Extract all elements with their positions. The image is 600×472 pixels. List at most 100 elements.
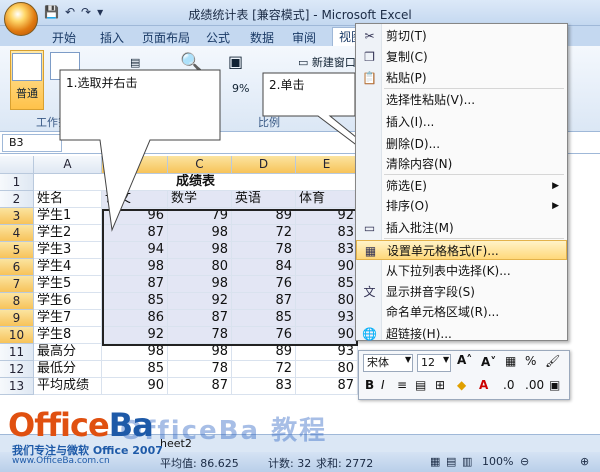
score-cell[interactable]: 93 <box>296 310 358 327</box>
header-cell[interactable]: 姓名 <box>34 191 102 208</box>
menu-item-14[interactable]: 命名单元格区域(R)... <box>356 302 567 322</box>
menu-item-5[interactable]: 插入(I)... <box>356 112 567 132</box>
zoom-magnifier-icon[interactable]: 🔍 <box>180 52 202 73</box>
score-cell[interactable]: 80 <box>168 259 232 276</box>
column-header-d[interactable]: D <box>232 156 296 174</box>
score-cell[interactable]: 92 <box>102 327 168 344</box>
select-all-corner[interactable] <box>0 156 34 174</box>
header-cell[interactable]: 数学 <box>168 191 232 208</box>
increase-decimal-icon[interactable]: .0 <box>503 378 514 392</box>
header-cell[interactable]: 语文 <box>102 191 168 208</box>
tab-review[interactable]: 审阅 <box>292 29 316 46</box>
menu-item-10[interactable]: ▭ 插入批注(M) <box>356 218 567 238</box>
score-cell[interactable]: 87 <box>232 293 296 310</box>
name-cell[interactable]: 学生3 <box>34 242 102 259</box>
zoom-out-icon[interactable]: ⊖ <box>520 455 529 468</box>
score-cell[interactable]: 98 <box>168 242 232 259</box>
menu-item-8[interactable]: 筛选(E) ▶ <box>356 176 567 196</box>
format-painter-icon[interactable]: 🖌 <box>545 354 560 368</box>
summary-value-cell[interactable]: 83 <box>232 378 296 395</box>
score-cell[interactable]: 87 <box>168 310 232 327</box>
name-box[interactable]: B3 <box>2 134 62 152</box>
row-header-1[interactable]: 1 <box>0 174 34 191</box>
tab-data[interactable]: 数据 <box>250 29 274 46</box>
summary-value-cell[interactable]: 85 <box>102 361 168 378</box>
score-cell[interactable]: 84 <box>232 259 296 276</box>
score-cell[interactable]: 90 <box>296 327 358 344</box>
score-cell[interactable]: 79 <box>168 208 232 225</box>
row-header-11[interactable]: 11 <box>0 344 34 361</box>
font-dropdown-icon[interactable]: ▼ <box>405 355 411 364</box>
header-cell[interactable]: 体育 <box>296 191 358 208</box>
row-header-4[interactable]: 4 <box>0 225 34 242</box>
score-cell[interactable]: 78 <box>232 242 296 259</box>
summary-label-cell[interactable]: 最高分 <box>34 344 102 361</box>
row-header-7[interactable]: 7 <box>0 276 34 293</box>
tab-formulas[interactable]: 公式 <box>206 29 230 46</box>
menu-item-1[interactable]: ✂ 剪切(T) <box>356 26 567 46</box>
summary-label-cell[interactable]: 最低分 <box>34 361 102 378</box>
summary-value-cell[interactable]: 90 <box>102 378 168 395</box>
score-cell[interactable]: 85 <box>232 310 296 327</box>
row-header-9[interactable]: 9 <box>0 310 34 327</box>
row-header-5[interactable]: 5 <box>0 242 34 259</box>
fill-color-icon[interactable]: ◆ <box>457 378 466 392</box>
score-cell[interactable]: 96 <box>102 208 168 225</box>
new-window-button[interactable]: ▭ 新建窗口 <box>298 54 356 70</box>
tab-insert[interactable]: 插入 <box>100 29 124 46</box>
score-cell[interactable]: 92 <box>296 208 358 225</box>
merge-cells-icon[interactable]: ▣ <box>549 378 560 392</box>
row-header-8[interactable]: 8 <box>0 293 34 310</box>
summary-value-cell[interactable]: 93 <box>296 344 358 361</box>
normal-view-button[interactable]: 普通 <box>10 50 44 110</box>
zoom-100-icon[interactable]: ▣ <box>228 52 243 71</box>
align-center-icon[interactable]: ≡ <box>397 378 407 392</box>
menu-item-9[interactable]: 排序(O) ▶ <box>356 196 567 216</box>
menu-item-15[interactable]: 🌐 超链接(H)... <box>356 324 567 344</box>
column-header-a[interactable]: A <box>34 156 102 174</box>
summary-value-cell[interactable]: 87 <box>296 378 358 395</box>
shrink-font-icon[interactable]: A˅ <box>481 355 496 369</box>
name-cell[interactable]: 学生1 <box>34 208 102 225</box>
score-cell[interactable]: 94 <box>102 242 168 259</box>
page-break-status-icon[interactable]: ▥ <box>462 455 472 468</box>
menu-item-11[interactable]: ▦ 设置单元格格式(F)... <box>356 240 567 260</box>
percent-icon[interactable]: % <box>525 354 536 368</box>
score-cell[interactable]: 85 <box>102 293 168 310</box>
zoom-in-icon[interactable]: ⊕ <box>580 455 589 468</box>
normal-view-status-icon[interactable]: ▦ <box>430 455 440 468</box>
row-header-10[interactable]: 10 <box>0 327 34 344</box>
menu-item-4[interactable]: 选择性粘贴(V)... <box>356 90 567 110</box>
score-cell[interactable]: 83 <box>296 225 358 242</box>
tab-page-layout[interactable]: 页面布局 <box>142 29 190 46</box>
name-cell[interactable]: 学生7 <box>34 310 102 327</box>
page-layout-status-icon[interactable]: ▤ <box>446 455 456 468</box>
score-cell[interactable]: 90 <box>296 259 358 276</box>
column-header-c[interactable]: C <box>168 156 232 174</box>
score-cell[interactable]: 80 <box>296 293 358 310</box>
menu-item-12[interactable]: 从下拉列表中选择(K)... <box>356 261 567 281</box>
menu-item-3[interactable]: 📋 粘贴(P) <box>356 68 567 88</box>
sheet-title-cell[interactable]: 成绩表 <box>34 174 358 191</box>
score-cell[interactable]: 92 <box>168 293 232 310</box>
header-cell[interactable]: 英语 <box>232 191 296 208</box>
score-cell[interactable]: 78 <box>168 327 232 344</box>
borders-icon[interactable]: ⊞ <box>435 378 445 392</box>
accounting-format-icon[interactable]: ▦ <box>505 354 516 368</box>
row-header-2[interactable]: 2 <box>0 191 34 208</box>
score-cell[interactable]: 87 <box>102 225 168 242</box>
font-color-icon[interactable]: A <box>479 378 488 392</box>
score-cell[interactable]: 76 <box>232 327 296 344</box>
summary-value-cell[interactable]: 80 <box>296 361 358 378</box>
score-cell[interactable]: 83 <box>296 242 358 259</box>
summary-value-cell[interactable]: 89 <box>232 344 296 361</box>
tab-home[interactable]: 开始 <box>52 29 76 46</box>
decrease-decimal-icon[interactable]: .00 <box>525 378 544 392</box>
score-cell[interactable]: 86 <box>102 310 168 327</box>
score-cell[interactable]: 98 <box>168 225 232 242</box>
summary-value-cell[interactable]: 98 <box>168 344 232 361</box>
score-cell[interactable]: 85 <box>296 276 358 293</box>
row-header-13[interactable]: 13 <box>0 378 34 395</box>
row-header-3[interactable]: 3 <box>0 208 34 225</box>
summary-value-cell[interactable]: 72 <box>232 361 296 378</box>
